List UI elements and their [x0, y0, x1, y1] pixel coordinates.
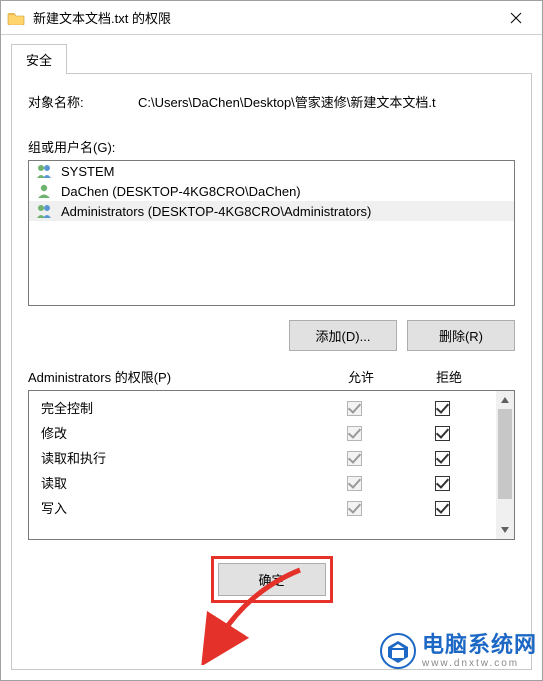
permissions-for-label: Administrators 的权限(P) — [28, 367, 317, 386]
user-list[interactable]: SYSTEM DaChen (DESKTOP-4KG8CRO\DaChen) Adm… — [28, 160, 515, 306]
permissions-header: Administrators 的权限(P) 允许 拒绝 — [28, 367, 515, 386]
content-area: 安全 对象名称: C:\Users\DaChen\Desktop\管家速修\新建… — [1, 35, 542, 680]
permissions-region: Administrators 的权限(P) 允许 拒绝 完全控制修改读取和执行读… — [28, 363, 515, 540]
col-allow: 允许 — [317, 367, 405, 386]
user-icon — [35, 183, 55, 199]
permission-row: 写入 — [29, 495, 496, 520]
tab-security[interactable]: 安全 — [11, 44, 67, 74]
deny-checkbox[interactable] — [435, 451, 450, 466]
list-item-label: SYSTEM — [61, 164, 114, 179]
scroll-down-icon[interactable] — [496, 521, 514, 539]
add-button[interactable]: 添加(D)... — [289, 320, 397, 351]
permission-row: 读取 — [29, 470, 496, 495]
permission-row: 读取和执行 — [29, 445, 496, 470]
scroll-thumb[interactable] — [498, 409, 512, 499]
deny-checkbox[interactable] — [435, 476, 450, 491]
watermark-icon — [380, 633, 416, 669]
list-item[interactable]: SYSTEM — [29, 161, 514, 181]
scroll-up-icon[interactable] — [496, 391, 514, 409]
permission-row: 完全控制 — [29, 395, 496, 420]
watermark: 电脑系统网 www.dnxtw.com — [380, 633, 537, 669]
permission-name: 修改 — [41, 423, 310, 442]
permission-name: 写入 — [41, 498, 310, 517]
permission-row: 修改 — [29, 420, 496, 445]
permission-name: 读取和执行 — [41, 448, 310, 467]
group-icon — [35, 203, 55, 219]
deny-checkbox[interactable] — [435, 426, 450, 441]
folder-icon — [7, 11, 25, 25]
list-item-label: DaChen (DESKTOP-4KG8CRO\DaChen) — [61, 184, 301, 199]
allow-checkbox[interactable] — [347, 451, 362, 466]
permissions-dialog: 新建文本文档.txt 的权限 安全 对象名称: C:\Users\DaChen\… — [0, 0, 543, 681]
tabbar: 安全 — [11, 43, 532, 73]
groups-label: 组或用户名(G): — [28, 137, 515, 156]
allow-checkbox[interactable] — [347, 501, 362, 516]
scrollbar[interactable] — [496, 391, 514, 539]
watermark-en: www.dnxtw.com — [422, 659, 537, 669]
deny-checkbox[interactable] — [435, 501, 450, 516]
deny-checkbox[interactable] — [435, 401, 450, 416]
user-buttons: 添加(D)... 删除(R) — [28, 320, 515, 351]
permission-name: 读取 — [41, 473, 310, 492]
list-item[interactable]: Administrators (DESKTOP-4KG8CRO\Administ… — [29, 201, 514, 221]
col-deny: 拒绝 — [405, 367, 493, 386]
remove-button[interactable]: 删除(R) — [407, 320, 515, 351]
ok-highlight: 确定 — [211, 556, 333, 603]
list-item-label: Administrators (DESKTOP-4KG8CRO\Administ… — [61, 204, 371, 219]
footer: 确定 — [28, 540, 515, 613]
close-button[interactable] — [496, 4, 536, 32]
watermark-cn: 电脑系统网 — [422, 634, 537, 656]
permission-name: 完全控制 — [41, 398, 310, 417]
group-icon — [35, 163, 55, 179]
tab-sheet: 对象名称: C:\Users\DaChen\Desktop\管家速修\新建文本文… — [11, 73, 532, 670]
allow-checkbox[interactable] — [347, 476, 362, 491]
watermark-text: 电脑系统网 www.dnxtw.com — [422, 634, 537, 669]
titlebar: 新建文本文档.txt 的权限 — [1, 1, 542, 35]
allow-checkbox[interactable] — [347, 426, 362, 441]
window-title: 新建文本文档.txt 的权限 — [33, 8, 496, 27]
permissions-list: 完全控制修改读取和执行读取写入 — [28, 390, 515, 540]
list-item[interactable]: DaChen (DESKTOP-4KG8CRO\DaChen) — [29, 181, 514, 201]
allow-checkbox[interactable] — [347, 401, 362, 416]
object-path: C:\Users\DaChen\Desktop\管家速修\新建文本文档.t — [138, 92, 515, 111]
ok-button[interactable]: 确定 — [218, 563, 326, 596]
object-row: 对象名称: C:\Users\DaChen\Desktop\管家速修\新建文本文… — [28, 92, 515, 111]
object-label: 对象名称: — [28, 92, 138, 111]
scroll-track[interactable] — [496, 409, 514, 521]
